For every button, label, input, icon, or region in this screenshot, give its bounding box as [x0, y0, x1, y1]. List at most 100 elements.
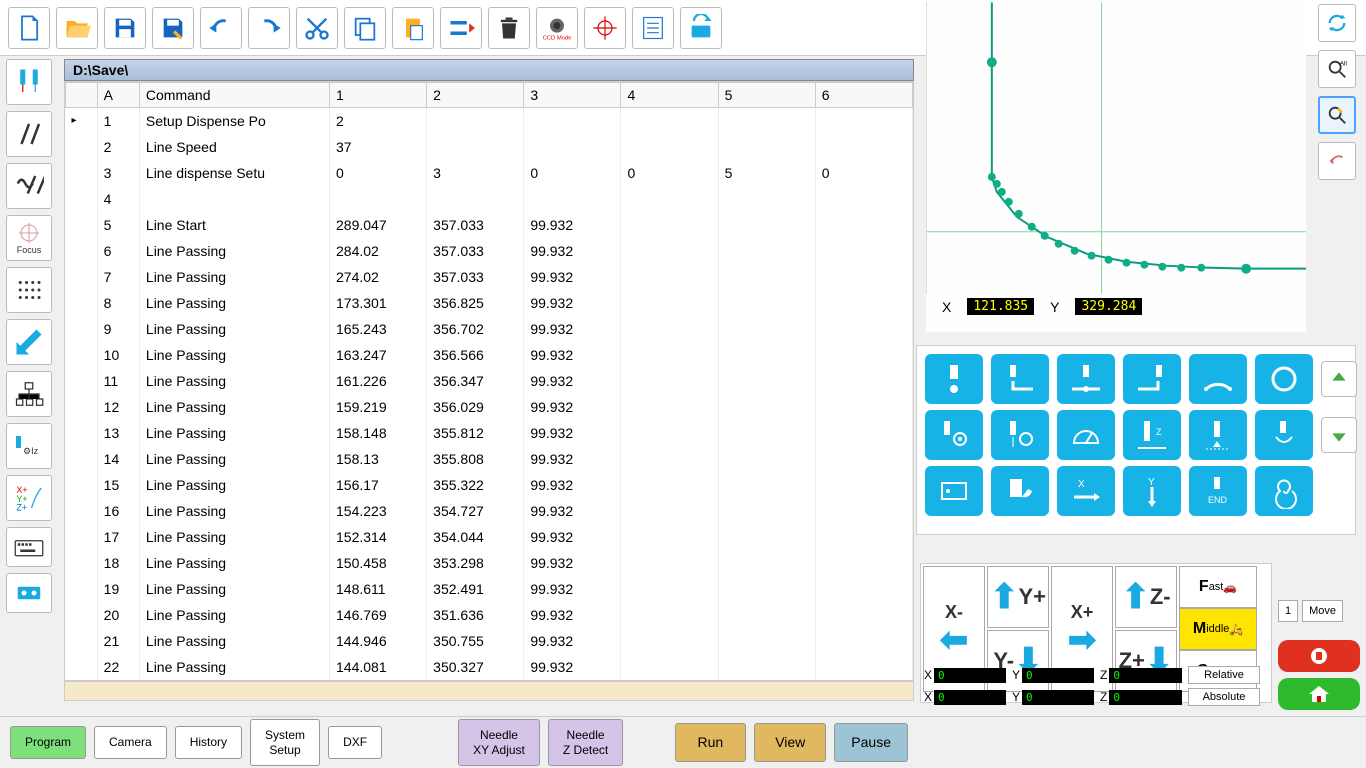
zoom-all-button[interactable]: All	[1318, 50, 1356, 88]
preview-canvas[interactable]	[926, 2, 1306, 294]
focus-button[interactable]: Focus	[6, 215, 52, 261]
cut-button[interactable]	[296, 7, 338, 49]
table-row[interactable]: 9Line Passing165.243356.70299.932	[66, 316, 913, 342]
dot-matrix-button[interactable]	[6, 267, 52, 313]
needle-tool-button[interactable]	[6, 59, 52, 105]
table-row[interactable]: 20Line Passing146.769351.63699.932	[66, 602, 913, 628]
sync-display-button[interactable]	[680, 7, 722, 49]
table-row[interactable]: 13Line Passing158.148355.81299.932	[66, 420, 913, 446]
poly-button[interactable]	[991, 466, 1049, 516]
run-button[interactable]: Run	[675, 723, 747, 762]
ruler-button[interactable]	[6, 319, 52, 365]
table-row[interactable]: ▸1Setup Dispense Po2	[66, 108, 913, 134]
scroll-up-button[interactable]	[1321, 361, 1357, 397]
line-passing-button[interactable]	[1057, 354, 1115, 404]
line-start-button[interactable]	[991, 354, 1049, 404]
speed-fast-button[interactable]: Fast🚗	[1179, 566, 1257, 608]
jog-z-minus-button[interactable]: ⬆Z-	[1115, 566, 1177, 628]
table-row[interactable]: 21Line Passing144.946350.75599.932	[66, 628, 913, 654]
column-header[interactable]: 3	[524, 83, 621, 108]
crosshair-button[interactable]	[584, 7, 626, 49]
jog-y-plus-button[interactable]: ⬆Y+	[987, 566, 1049, 628]
relative-button[interactable]: Relative	[1188, 666, 1260, 684]
dxf-button[interactable]: DXF	[328, 726, 382, 758]
redo-button[interactable]	[248, 7, 290, 49]
column-header[interactable]: A	[97, 83, 139, 108]
spiral-button[interactable]	[1255, 466, 1313, 516]
xyz-offset-button[interactable]: X+Y+Z+	[6, 475, 52, 521]
scroll-down-button[interactable]	[1321, 417, 1357, 453]
dispense-settings-button[interactable]	[925, 410, 983, 460]
table-row[interactable]: 17Line Passing152.314354.04499.932	[66, 524, 913, 550]
keyboard-button[interactable]	[6, 527, 52, 567]
rectangle-button[interactable]	[925, 466, 983, 516]
column-header[interactable]: 5	[718, 83, 815, 108]
retract-button[interactable]	[1189, 410, 1247, 460]
table-row[interactable]: 2Line Speed37	[66, 134, 913, 160]
parallel-lines-button[interactable]	[6, 111, 52, 157]
end-program-button[interactable]: END	[1189, 466, 1247, 516]
speed-button[interactable]	[1057, 410, 1115, 460]
io-button[interactable]	[6, 573, 52, 613]
move-button[interactable]: Move	[1302, 600, 1343, 622]
table-row[interactable]: 11Line Passing161.226356.34799.932	[66, 368, 913, 394]
needle-xy-adjust-button[interactable]: Needle XY Adjust	[458, 719, 540, 766]
table-row[interactable]: 18Line Passing150.458353.29899.932	[66, 550, 913, 576]
arc-button[interactable]	[1189, 354, 1247, 404]
program-table-container[interactable]: ACommand123456 ▸1Setup Dispense Po22Line…	[64, 81, 914, 681]
zoom-edit-button[interactable]	[1318, 96, 1356, 134]
paste-button[interactable]	[392, 7, 434, 49]
home-button[interactable]	[1278, 678, 1360, 710]
table-row[interactable]: 12Line Passing159.219356.02999.932	[66, 394, 913, 420]
system-setup-button[interactable]: System Setup	[250, 719, 320, 766]
wave-lines-button[interactable]	[6, 163, 52, 209]
delete-button[interactable]	[488, 7, 530, 49]
absolute-button[interactable]: Absolute	[1188, 688, 1260, 706]
camera-tab-button[interactable]: Camera	[94, 726, 167, 758]
table-row[interactable]: 5Line Start289.047357.03399.932	[66, 212, 913, 238]
ccd-mode-button[interactable]: CCD Mode	[536, 7, 578, 49]
horizontal-scrollbar[interactable]	[64, 681, 914, 701]
table-row[interactable]: 7Line Passing274.02357.03399.932	[66, 264, 913, 290]
step-1-button[interactable]: 1	[1278, 600, 1298, 622]
needle-z-detect-button[interactable]: Needle Z Detect	[548, 719, 623, 766]
pause-button[interactable]: Pause	[834, 723, 908, 762]
column-header[interactable]: 2	[427, 83, 524, 108]
table-row[interactable]: 16Line Passing154.223354.72799.932	[66, 498, 913, 524]
table-row[interactable]: 8Line Passing173.301356.82599.932	[66, 290, 913, 316]
insert-row-button[interactable]	[440, 7, 482, 49]
copy-button[interactable]	[344, 7, 386, 49]
z-clearance-button[interactable]: Z	[1123, 410, 1181, 460]
save-as-button[interactable]	[152, 7, 194, 49]
fill-button[interactable]	[1255, 410, 1313, 460]
line-end-button[interactable]	[1123, 354, 1181, 404]
table-row[interactable]: 3Line dispense Setu030050	[66, 160, 913, 186]
table-row[interactable]: 22Line Passing144.081350.32799.932	[66, 654, 913, 680]
list-button[interactable]	[632, 7, 674, 49]
column-header[interactable]: 6	[815, 83, 912, 108]
program-tab-button[interactable]: Program	[10, 726, 86, 758]
line-settings-button[interactable]	[991, 410, 1049, 460]
column-header[interactable]: 4	[621, 83, 718, 108]
step-x-button[interactable]: X	[1057, 466, 1115, 516]
history-tab-button[interactable]: History	[175, 726, 242, 758]
step-y-button[interactable]: Y	[1123, 466, 1181, 516]
save-button[interactable]	[104, 7, 146, 49]
refresh-button[interactable]	[1318, 4, 1356, 42]
dispense-dot-button[interactable]	[925, 354, 983, 404]
z-adjust-button[interactable]: ⚙Iz	[6, 423, 52, 469]
column-header[interactable]: 1	[330, 83, 427, 108]
circle-button[interactable]	[1255, 354, 1313, 404]
table-row[interactable]: 19Line Passing148.611352.49199.932	[66, 576, 913, 602]
emergency-stop-button[interactable]	[1278, 640, 1360, 672]
tree-button[interactable]	[6, 371, 52, 417]
open-file-button[interactable]	[56, 7, 98, 49]
new-file-button[interactable]	[8, 7, 50, 49]
table-row[interactable]: 6Line Passing284.02357.03399.932	[66, 238, 913, 264]
table-row[interactable]: 10Line Passing163.247356.56699.932	[66, 342, 913, 368]
speed-middle-button[interactable]: Middle🛵	[1179, 608, 1257, 650]
program-table[interactable]: ACommand123456 ▸1Setup Dispense Po22Line…	[65, 82, 913, 680]
undo-button[interactable]	[200, 7, 242, 49]
view-button[interactable]: View	[754, 723, 826, 762]
undo-view-button[interactable]	[1318, 142, 1356, 180]
